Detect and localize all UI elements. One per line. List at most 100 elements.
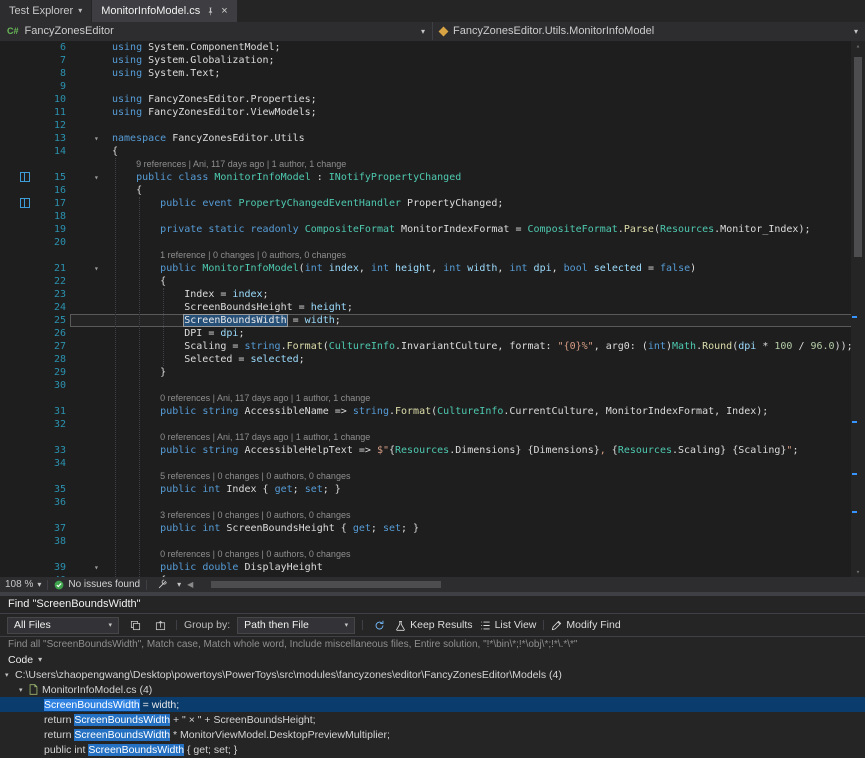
code-line[interactable]: 37 public int ScreenBoundsHeight { get; … (0, 522, 865, 535)
zoom-control[interactable]: 108 % ▾ (5, 579, 41, 590)
group-by-dropdown[interactable]: Path then File ▾ (237, 617, 355, 634)
tab-test-explorer[interactable]: Test Explorer ▾ (0, 0, 91, 22)
code-editor[interactable]: 6using System.ComponentModel;7using Syst… (0, 41, 865, 577)
tab-monitorinfomodel[interactable]: MonitorInfoModel.cs × (92, 0, 236, 22)
code-text[interactable]: public string AccessibleName => string.F… (112, 405, 768, 418)
outlining-margin[interactable] (70, 93, 112, 106)
code-text[interactable]: ScreenBoundsHeight = height; (112, 301, 353, 314)
code-line[interactable]: 30 (0, 379, 865, 392)
code-text[interactable]: namespace FancyZonesEditor.Utils (112, 132, 305, 145)
glyph-margin[interactable] (0, 275, 36, 288)
outlining-margin[interactable] (70, 340, 112, 353)
code-line[interactable]: 8using System.Text; (0, 67, 865, 80)
code-line[interactable]: 35 public int Index { get; set; } (0, 483, 865, 496)
code-text[interactable]: public double DisplayHeight (112, 561, 323, 574)
glyph-margin[interactable] (0, 54, 36, 67)
outlining-margin[interactable] (70, 54, 112, 67)
code-line[interactable]: 36 (0, 496, 865, 509)
code-line[interactable]: 31 public string AccessibleName => strin… (0, 405, 865, 418)
codelens-text[interactable]: 0 references | Ani, 117 days ago | 1 aut… (112, 431, 370, 444)
code-text[interactable]: { (112, 145, 118, 158)
code-line[interactable]: 10using FancyZonesEditor.Properties; (0, 93, 865, 106)
outlining-margin[interactable] (70, 509, 112, 522)
chevron-down-icon[interactable]: ▾ (177, 580, 181, 589)
code-text[interactable]: ScreenBoundsWidth = width; (112, 314, 341, 327)
scroll-up-icon[interactable]: ▴ (851, 41, 865, 51)
code-line[interactable]: 38 (0, 535, 865, 548)
glyph-margin[interactable] (0, 405, 36, 418)
fold-collapse-icon[interactable]: ▾ (94, 171, 99, 184)
find-result-row[interactable]: return ScreenBoundsWidth + " × " + Scree… (0, 712, 865, 727)
glyph-margin[interactable] (0, 197, 36, 210)
outlining-margin[interactable] (70, 119, 112, 132)
outlining-margin[interactable] (70, 457, 112, 470)
outlining-margin[interactable] (70, 145, 112, 158)
glyph-margin[interactable] (0, 392, 36, 405)
outlining-margin[interactable] (70, 288, 112, 301)
chevron-down-icon[interactable]: ▾ (345, 621, 349, 629)
outlining-margin[interactable] (70, 496, 112, 509)
modify-find-button[interactable]: Modify Find (551, 619, 620, 631)
glyph-margin[interactable] (0, 184, 36, 197)
outlining-margin[interactable] (70, 418, 112, 431)
code-line[interactable]: 23 Index = index; (0, 288, 865, 301)
outlining-margin[interactable]: ▾ (70, 262, 112, 275)
outlining-margin[interactable] (70, 405, 112, 418)
glyph-margin[interactable] (0, 236, 36, 249)
outlining-margin[interactable] (70, 444, 112, 457)
codelens-row[interactable]: 3 references | 0 changes | 0 authors, 0 … (0, 509, 865, 522)
margin-marker-icon[interactable] (20, 172, 30, 182)
codelens-row[interactable]: 0 references | Ani, 117 days ago | 1 aut… (0, 431, 865, 444)
outlining-margin[interactable] (70, 327, 112, 340)
glyph-margin[interactable] (0, 431, 36, 444)
codelens-text[interactable]: 0 references | 0 changes | 0 authors, 0 … (112, 548, 350, 561)
code-line[interactable]: 21▾ public MonitorInfoModel(int index, i… (0, 262, 865, 275)
outlining-margin[interactable] (70, 548, 112, 561)
outlining-margin[interactable] (70, 353, 112, 366)
outlining-margin[interactable] (70, 158, 112, 171)
glyph-margin[interactable] (0, 353, 36, 366)
codelens-row[interactable]: 9 references | Ani, 117 days ago | 1 aut… (0, 158, 865, 171)
code-line[interactable]: 27 Scaling = string.Format(CultureInfo.I… (0, 340, 865, 353)
glyph-margin[interactable] (0, 301, 36, 314)
outlining-margin[interactable] (70, 197, 112, 210)
export-results-icon[interactable] (151, 617, 169, 634)
scrollbar-thumb[interactable] (211, 581, 441, 588)
code-line[interactable]: 20 (0, 236, 865, 249)
chevron-down-icon[interactable]: ▾ (108, 621, 112, 629)
repeat-find-icon[interactable] (370, 617, 388, 634)
codelens-text[interactable]: 9 references | Ani, 117 days ago | 1 aut… (112, 158, 346, 171)
glyph-margin[interactable] (0, 457, 36, 470)
copy-results-icon[interactable] (126, 617, 144, 634)
code-text[interactable]: private static readonly CompositeFormat … (112, 223, 810, 236)
codelens-text[interactable]: 3 references | 0 changes | 0 authors, 0 … (112, 509, 350, 522)
glyph-margin[interactable] (0, 145, 36, 158)
code-text[interactable]: using System.Text; (112, 67, 220, 80)
codelens-row[interactable]: 5 references | 0 changes | 0 authors, 0 … (0, 470, 865, 483)
horizontal-scrollbar[interactable] (203, 580, 846, 589)
glyph-margin[interactable] (0, 171, 36, 184)
chevron-down-icon[interactable]: ▾ (78, 7, 82, 15)
glyph-margin[interactable] (0, 535, 36, 548)
code-text[interactable]: public int Index { get; set; } (112, 483, 341, 496)
code-line[interactable]: 13▾namespace FancyZonesEditor.Utils (0, 132, 865, 145)
chevron-down-icon[interactable]: ▾ (421, 27, 425, 36)
find-result-row[interactable]: ScreenBoundsWidth = width; (0, 697, 865, 712)
code-line[interactable]: 26 DPI = dpi; (0, 327, 865, 340)
find-result-row[interactable]: public int ScreenBoundsWidth { get; set;… (0, 742, 865, 757)
outlining-margin[interactable] (70, 366, 112, 379)
code-text[interactable]: using FancyZonesEditor.Properties; (112, 93, 317, 106)
code-text[interactable]: public event PropertyChangedEventHandler… (112, 197, 503, 210)
glyph-margin[interactable] (0, 132, 36, 145)
outlining-margin[interactable] (70, 41, 112, 54)
code-line[interactable]: 11using FancyZonesEditor.ViewModels; (0, 106, 865, 119)
glyph-margin[interactable] (0, 249, 36, 262)
glyph-margin[interactable] (0, 119, 36, 132)
code-line[interactable]: 12 (0, 119, 865, 132)
codelens-text[interactable]: 1 reference | 0 changes | 0 authors, 0 c… (112, 249, 346, 262)
chevron-down-icon[interactable]: ▾ (38, 655, 42, 664)
outlining-margin[interactable] (70, 184, 112, 197)
code-text[interactable]: public string AccessibleHelpText => $"{R… (112, 444, 798, 457)
outlining-margin[interactable] (70, 80, 112, 93)
glyph-margin[interactable] (0, 210, 36, 223)
